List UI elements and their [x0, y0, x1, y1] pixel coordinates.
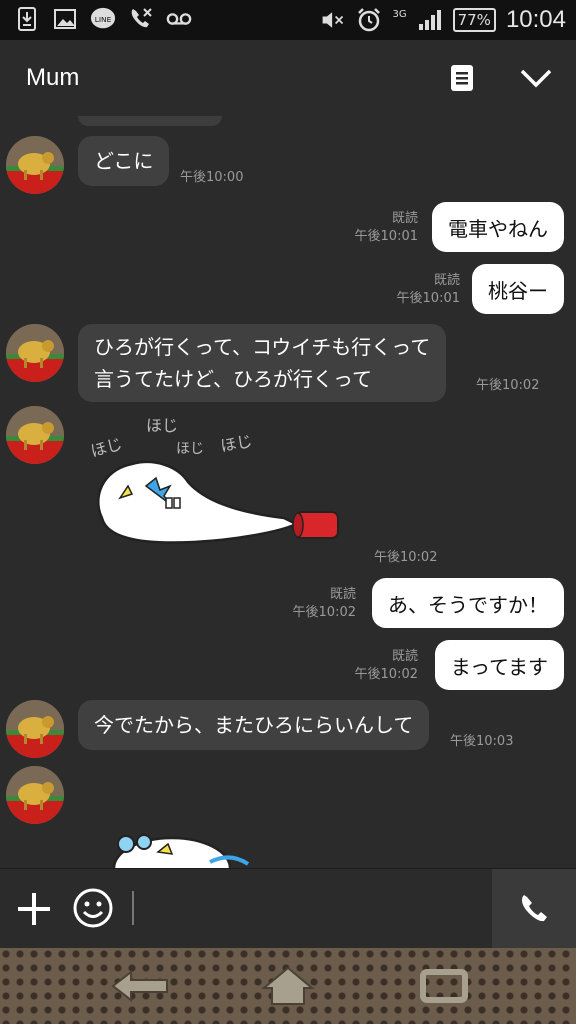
- back-arrow-icon: [111, 969, 168, 1003]
- message-bubble-outgoing[interactable]: まってます: [434, 640, 564, 690]
- alarm-icon: [356, 7, 382, 33]
- message-time: 午後10:02: [354, 667, 418, 682]
- network-type: 3G: [392, 8, 407, 20]
- contact-name[interactable]: Mum: [26, 64, 79, 92]
- message-bubble-incoming[interactable]: ひろが行くって、コウイチも行くって 言うてたけど、ひろが行くって: [78, 324, 447, 402]
- message-time: 午後10:02: [292, 605, 356, 620]
- sticker[interactable]: [112, 822, 262, 868]
- read-receipt: 既読: [391, 649, 418, 664]
- message-bubble-outgoing[interactable]: あ、そうですか！: [372, 578, 564, 628]
- avatar[interactable]: [6, 136, 64, 194]
- recents-button[interactable]: [404, 958, 484, 1014]
- input-bar: [0, 868, 576, 949]
- message-meta: 既読 午後10:02: [293, 586, 356, 622]
- missed-call-icon: [128, 6, 154, 32]
- add-button[interactable]: [14, 889, 54, 929]
- message-input[interactable]: [132, 891, 134, 925]
- signal-icon: [417, 7, 443, 33]
- message-meta: 既読 午後10:02: [355, 648, 418, 684]
- message-bubble-outgoing[interactable]: 桃谷ー: [472, 264, 564, 314]
- notes-icon: [451, 65, 473, 91]
- message-time: 午後10:02: [476, 378, 540, 393]
- read-receipt: 既読: [329, 587, 356, 602]
- message-meta: 既読 午後10:01: [397, 272, 460, 308]
- message-time: 午後10:03: [450, 734, 514, 749]
- avatar[interactable]: [6, 324, 64, 382]
- navigation-bar: [0, 948, 576, 1024]
- smiley-icon: [73, 888, 113, 928]
- emoji-button[interactable]: [72, 887, 114, 929]
- download-icon: [14, 6, 40, 32]
- avatar[interactable]: [6, 766, 64, 824]
- clock: 10:04: [505, 6, 566, 33]
- message-time: 午後10:01: [354, 229, 418, 244]
- message-line: ひろが行くって、コウイチも行くって: [94, 335, 431, 359]
- previous-message-bubble: [78, 116, 222, 126]
- message-bubble-incoming[interactable]: どこに: [78, 136, 170, 186]
- image-icon: [52, 6, 78, 32]
- notes-button[interactable]: [442, 58, 482, 98]
- voicemail-icon: [166, 6, 192, 32]
- status-bar: LINE 3G 77% 10:04: [0, 0, 576, 40]
- message-time: 午後10:00: [180, 170, 244, 185]
- message-time: 午後10:01: [396, 291, 460, 306]
- message-meta: 既読 午後10:01: [355, 210, 418, 246]
- message-bubble-incoming[interactable]: 今でたから、またひろにらいんして: [78, 700, 430, 750]
- mute-icon: [320, 7, 346, 33]
- call-button[interactable]: [492, 869, 576, 949]
- phone-icon: [522, 895, 547, 922]
- home-button[interactable]: [248, 958, 328, 1014]
- chevron-down-icon: [520, 69, 552, 88]
- chat-area[interactable]: どこに 午後10:00 既読 午後10:01 電車やねん 既読 午後10:01 …: [0, 116, 576, 868]
- message-line: 言うてたけど、ひろが行くって: [94, 367, 372, 391]
- recents-icon: [420, 969, 468, 1003]
- read-receipt: 既読: [433, 273, 460, 288]
- avatar[interactable]: [6, 700, 64, 758]
- message-time: 午後10:02: [374, 550, 438, 565]
- svg-text:LINE: LINE: [95, 15, 112, 24]
- collapse-button[interactable]: [516, 58, 556, 98]
- avatar[interactable]: [6, 406, 64, 464]
- sticker[interactable]: ほじ ほじ ほじ ほじ: [84, 408, 354, 558]
- plus-icon: [18, 893, 50, 925]
- battery-icon: 77%: [452, 8, 496, 32]
- chat-header: Mum: [0, 40, 576, 116]
- home-icon: [261, 966, 315, 1005]
- read-receipt: 既読: [391, 211, 418, 226]
- line-icon: LINE: [90, 6, 116, 32]
- message-bubble-outgoing[interactable]: 電車やねん: [432, 202, 564, 252]
- back-button[interactable]: [100, 958, 180, 1014]
